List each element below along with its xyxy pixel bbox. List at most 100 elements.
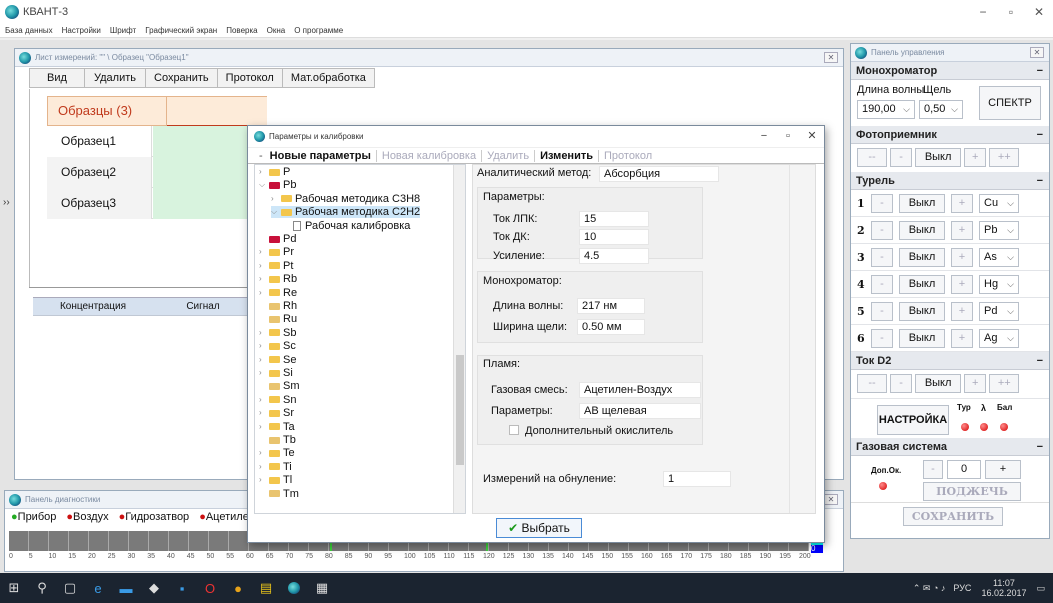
tree-item[interactable]: ⌵ Рабочая методика C2H2 [271,206,421,219]
turret-element-select[interactable]: Hg ⌵ [979,274,1019,294]
windows-start-icon[interactable]: ⊞ [0,573,28,603]
dialog-maximize-button[interactable]: ▫ [776,126,800,146]
tab-protocol[interactable]: Протокол [599,150,657,162]
d2-off-button[interactable]: Выкл [915,374,962,393]
tree-item[interactable]: › Pr [259,246,294,258]
app-icon[interactable]: ▦ [308,573,336,603]
turret-off-button[interactable]: Выкл [899,328,945,348]
protocol-button[interactable]: Протокол [216,68,283,88]
turret-section[interactable]: Турель − [851,172,1049,190]
turret-off-button[interactable]: Выкл [899,247,945,267]
chevron-right-icon[interactable]: › [259,447,269,459]
turret-plus-button[interactable]: + [951,328,973,348]
task-view-icon[interactable]: ▢ [56,573,84,603]
turret-plus-button[interactable]: + [951,301,973,321]
tree-item[interactable]: › Rb [259,273,297,285]
turret-minus-button[interactable]: - [871,220,893,240]
collapse-d2[interactable]: − [1037,352,1043,370]
wavelength-select[interactable]: 190,00 ⌵ [857,100,915,119]
chevron-right-icon[interactable]: › [259,461,269,473]
save-settings-button[interactable]: СОХРАНИТЬ [903,507,1003,526]
menu-about[interactable]: О программе [294,26,343,35]
turret-plus-button[interactable]: + [951,193,973,213]
maximize-button[interactable]: ▫ [997,0,1025,24]
menu-settings[interactable]: Настройки [62,26,101,35]
tree-item[interactable]: › Se [259,354,296,366]
chevron-right-icon[interactable]: › [259,340,269,352]
photo-plus-button[interactable]: + [964,148,987,167]
photo-minus2-button[interactable]: -- [857,148,887,167]
chevron-right-icon[interactable]: › [259,287,269,299]
tree-item[interactable]: Рабочая калибровка [283,220,410,232]
chevron-right-icon[interactable]: › [259,421,269,433]
chevron-right-icon[interactable]: › [271,193,281,205]
photodetector-section[interactable]: Фотоприемник − [851,126,1049,144]
tab-delete[interactable]: Удалить [482,149,536,162]
control-close-button[interactable]: ✕ [1030,47,1044,58]
turret-element-select[interactable]: Cu ⌵ [979,193,1019,213]
close-button[interactable]: ✕ [1025,0,1053,24]
chevron-right-icon[interactable]: › [259,246,269,258]
tree-item[interactable]: › Ti [259,461,292,473]
menu-windows[interactable]: Окна [267,26,286,35]
ignite-button[interactable]: ПОДЖЕЧЬ [923,482,1021,501]
photo-plus2-button[interactable]: ++ [989,148,1020,167]
chrome-icon[interactable]: ● [224,573,252,603]
tree-item[interactable]: › Рабочая методика C3H8 [271,193,420,205]
menu-database[interactable]: База данных [5,26,53,35]
d2-plus2-button[interactable]: ++ [989,374,1020,393]
chevron-right-icon[interactable]: › [259,354,269,366]
turret-minus-button[interactable]: - [871,328,893,348]
d2-minus-button[interactable]: - [890,374,913,393]
chevron-right-icon[interactable]: › [259,166,269,178]
tab-new-calibration[interactable]: Новая калибровка [377,149,483,162]
tree-item[interactable]: Sm [259,380,300,392]
chevron-down-icon[interactable]: ⌵ [259,179,269,191]
chevron-right-icon[interactable]: › [259,474,269,486]
clock[interactable]: 11:07 16.02.2017 [981,578,1026,598]
turret-off-button[interactable]: Выкл [899,193,945,213]
menu-font[interactable]: Шрифт [110,26,136,35]
tree-item[interactable]: › Sb [259,327,296,339]
tree-item[interactable]: › P [259,166,290,178]
minimize-button[interactable]: − [969,0,997,24]
tree-item[interactable]: › Re [259,287,297,299]
chevron-right-icon[interactable]: › [259,394,269,406]
column-signal[interactable]: Сигнал [153,298,253,315]
photo-off-button[interactable]: Выкл [915,148,962,167]
turret-element-select[interactable]: Pb ⌵ [979,220,1019,240]
gas-system-section[interactable]: Газовая система − [851,438,1049,456]
tree-item[interactable]: › Te [259,447,295,459]
gas-value-field[interactable]: 0 [947,460,981,479]
tab-edit[interactable]: Изменить [535,149,599,162]
monochromator-section[interactable]: Монохроматор − [851,62,1049,80]
tree-item[interactable]: Tm [259,488,299,500]
chevron-right-icon[interactable]: › [259,407,269,419]
app-icon[interactable]: ▬ [112,573,140,603]
turret-plus-button[interactable]: + [951,247,973,267]
collapse-photodetector[interactable]: − [1037,126,1043,144]
slit-select[interactable]: 0,50 ⌵ [919,100,963,119]
diagnostics-close-button[interactable]: ✕ [824,494,838,505]
save-button[interactable]: Сохранить [145,68,218,88]
d2-plus-button[interactable]: + [964,374,987,393]
spectrum-button[interactable]: СПЕКТР [979,86,1041,120]
tree-item[interactable]: Rh [259,300,297,312]
tray-icons[interactable]: ⌃ ✉ ◔ ♪ [913,583,946,594]
tree-item[interactable]: Ru [259,313,297,325]
chevron-right-icon[interactable]: › [259,367,269,379]
turret-off-button[interactable]: Выкл [899,274,945,294]
choose-button[interactable]: ✔ Выбрать [496,518,582,538]
math-processing-button[interactable]: Мат.обработка [281,68,375,88]
turret-element-select[interactable]: Pd ⌵ [979,301,1019,321]
turret-minus-button[interactable]: - [871,247,893,267]
chevron-right-icon[interactable]: › [259,273,269,285]
turret-element-select[interactable]: As ⌵ [979,247,1019,267]
tree-item[interactable]: › Sr [259,407,294,419]
menu-graphic-screen[interactable]: Графический экран [145,26,217,35]
tree-item[interactable]: › Sn [259,394,296,406]
dialog-minimize-button[interactable]: − [752,126,776,146]
tree-scrollbar[interactable] [453,165,465,513]
gas-plus-button[interactable]: + [985,460,1021,479]
column-concentration[interactable]: Концентрация [33,298,153,315]
